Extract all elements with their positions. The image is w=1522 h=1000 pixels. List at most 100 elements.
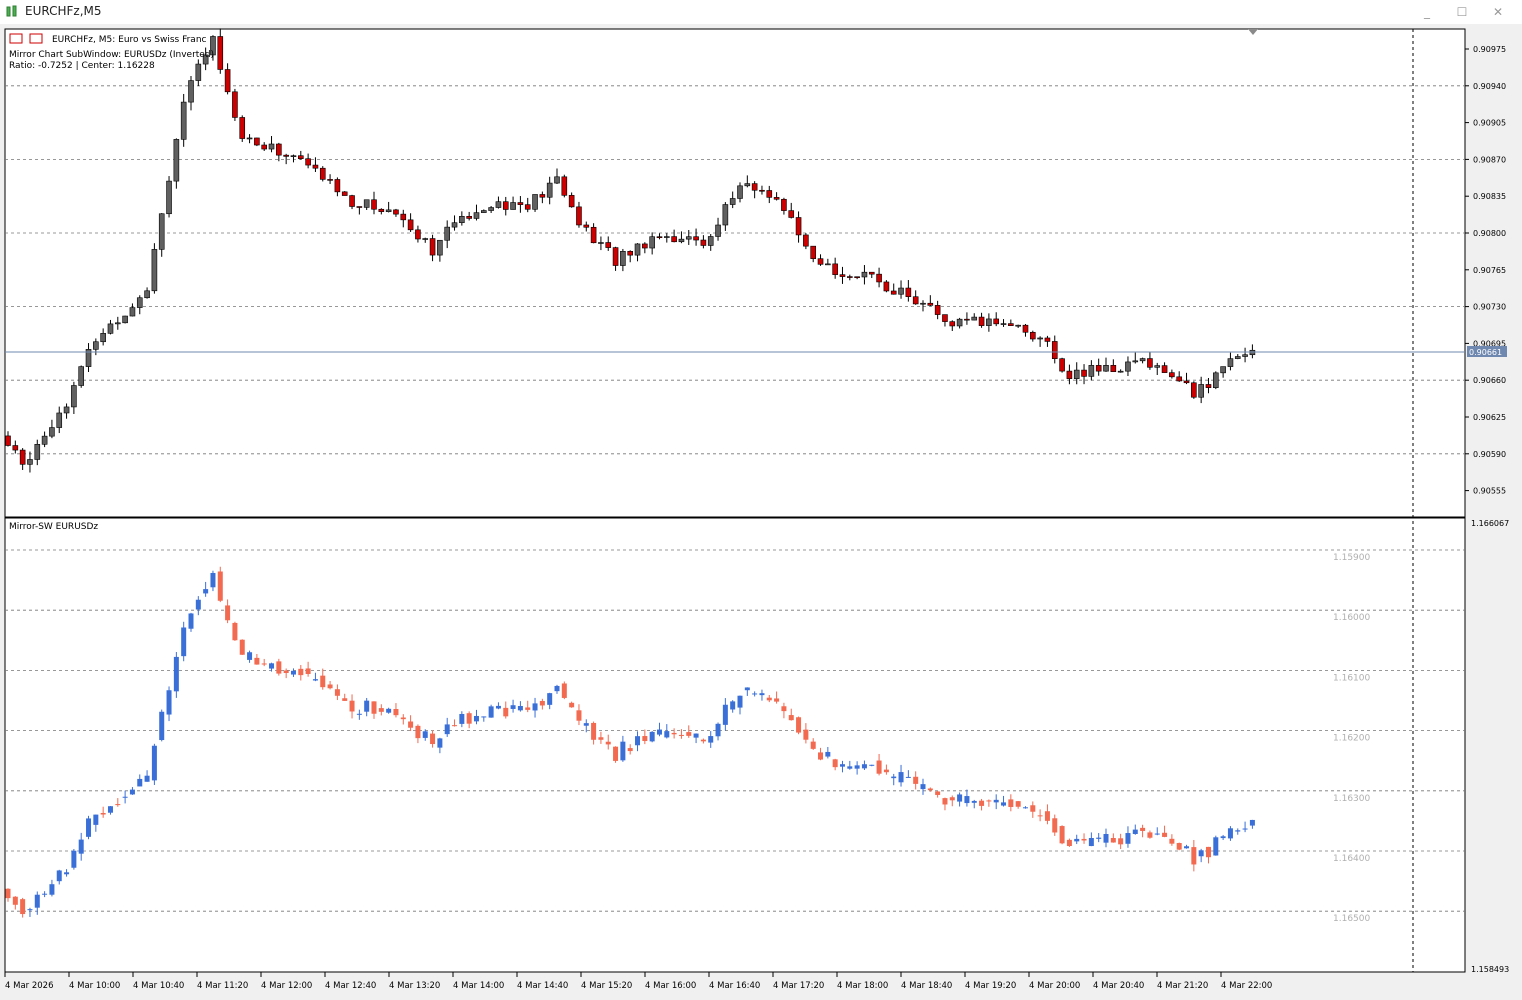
sub-level-label: 1.16300	[1333, 794, 1370, 804]
sub-candle-body	[12, 896, 18, 905]
main-candle-body	[912, 296, 919, 305]
sub-candle-body	[473, 715, 479, 722]
main-candle-body	[1227, 358, 1234, 367]
sub-candle-body	[320, 675, 326, 688]
time-label: 4 Mar 12:40	[325, 981, 376, 991]
trade-panel-icon[interactable]	[29, 33, 43, 44]
main-chart-panel[interactable]	[4, 28, 1466, 518]
window-titlebar: EURCHFz,M5 _ ☐ ✕	[0, 0, 1522, 24]
price-label: 0.90555	[1473, 487, 1506, 496]
sub-candle-body	[1052, 818, 1058, 833]
sub-candle-body	[290, 670, 296, 675]
sub-candle-body	[649, 731, 655, 742]
sub-candle-body	[664, 731, 670, 738]
main-candle-body	[393, 209, 399, 215]
window-title: EURCHFz,M5	[25, 4, 102, 18]
main-candle-body	[920, 302, 926, 305]
sub-candle-body	[217, 571, 223, 601]
main-candle-body	[693, 236, 699, 241]
sub-candle-body	[115, 804, 121, 806]
sub-candle-body	[957, 794, 963, 802]
main-candle-body	[407, 219, 414, 231]
sub-candle-body	[1235, 830, 1241, 832]
sub-candle-body	[181, 627, 187, 657]
main-candle-body	[825, 263, 831, 266]
main-candle-body	[63, 406, 70, 414]
main-candle-body	[341, 191, 348, 196]
time-label: 4 Mar 22:00	[1221, 981, 1272, 991]
sub-chart-panel[interactable]	[4, 517, 1466, 973]
main-candle-body	[722, 204, 729, 226]
sub-candle-body	[137, 778, 143, 787]
price-label: 0.90625	[1473, 413, 1506, 422]
main-candle-body	[568, 195, 575, 208]
sub-candle-body	[561, 683, 567, 698]
sub-candle-body	[905, 776, 911, 778]
time-label: 4 Mar 10:00	[69, 981, 120, 991]
main-candle-body	[495, 201, 502, 208]
price-label: 0.90800	[1473, 229, 1506, 238]
price-label: 0.90730	[1473, 303, 1506, 312]
sub-candle-body	[232, 622, 238, 641]
one-click-icon[interactable]	[9, 33, 23, 44]
main-candle-body	[1044, 337, 1051, 342]
main-candle-body	[480, 210, 487, 213]
main-candle-body	[188, 80, 194, 103]
main-candle-body	[766, 190, 773, 198]
sub-candle-body	[1059, 826, 1065, 844]
maximize-button[interactable]: ☐	[1448, 2, 1476, 22]
main-candle-body	[986, 318, 992, 326]
main-candle-body	[1161, 365, 1168, 373]
main-candle-body	[1037, 337, 1043, 340]
main-candle-body	[642, 243, 648, 249]
main-candle-body	[876, 273, 882, 283]
sub-top-value: 1.166067	[1471, 519, 1509, 528]
sub-candle-body	[627, 748, 633, 752]
main-candle-body	[1000, 323, 1007, 325]
sub-candle-body	[759, 693, 765, 696]
sub-candle-body	[378, 708, 384, 712]
sub-candle-body	[1242, 828, 1248, 830]
main-candle-body	[437, 239, 443, 256]
sub-candle-body	[737, 695, 743, 708]
main-candle-body	[788, 210, 795, 218]
main-candle-body	[612, 247, 619, 266]
sub-candle-body	[1088, 838, 1094, 847]
sub-candle-body	[159, 711, 165, 741]
minimize-button[interactable]: _	[1413, 2, 1441, 22]
main-candle-body	[254, 137, 260, 146]
sub-candle-body	[554, 685, 560, 692]
chart-canvas[interactable]: EURCHFz, M5: Euro vs Swiss Franc Mirror …	[0, 24, 1522, 1000]
time-label: 4 Mar 18:40	[901, 981, 952, 991]
main-candle-body	[1103, 365, 1109, 372]
sub-candle-body	[49, 884, 55, 895]
main-candle-body	[1242, 354, 1248, 357]
main-candle-body	[524, 204, 531, 210]
sub-level-label: 1.16100	[1333, 673, 1370, 683]
sub-candle-body	[78, 839, 84, 854]
main-candle-body	[905, 287, 912, 298]
main-candle-body	[854, 276, 860, 279]
sub-candle-body	[847, 766, 853, 769]
main-candle-body	[5, 435, 11, 446]
sub-candle-body	[437, 738, 443, 748]
sub-candle-body	[415, 725, 421, 739]
main-candle-body	[744, 183, 751, 187]
sub-candle-body	[832, 759, 838, 768]
sub-candle-body	[876, 760, 882, 774]
sub-candle-body	[591, 722, 597, 740]
sub-candle-body	[151, 745, 157, 781]
sub-candle-body	[1198, 850, 1204, 857]
sub-level-label: 1.16200	[1333, 734, 1370, 744]
main-candle-body	[1008, 323, 1014, 326]
main-candle-body	[283, 154, 289, 157]
main-candle-body	[239, 117, 246, 139]
close-button[interactable]: ✕	[1484, 2, 1512, 22]
sub-bottom-value: 1.158493	[1471, 965, 1509, 974]
sub-candle-body	[913, 776, 919, 784]
sub-candle-body	[1147, 832, 1153, 838]
main-candle-body	[100, 333, 106, 343]
main-candle-body	[590, 226, 597, 244]
main-candle-body	[415, 229, 421, 240]
sub-candle-body	[408, 721, 414, 728]
